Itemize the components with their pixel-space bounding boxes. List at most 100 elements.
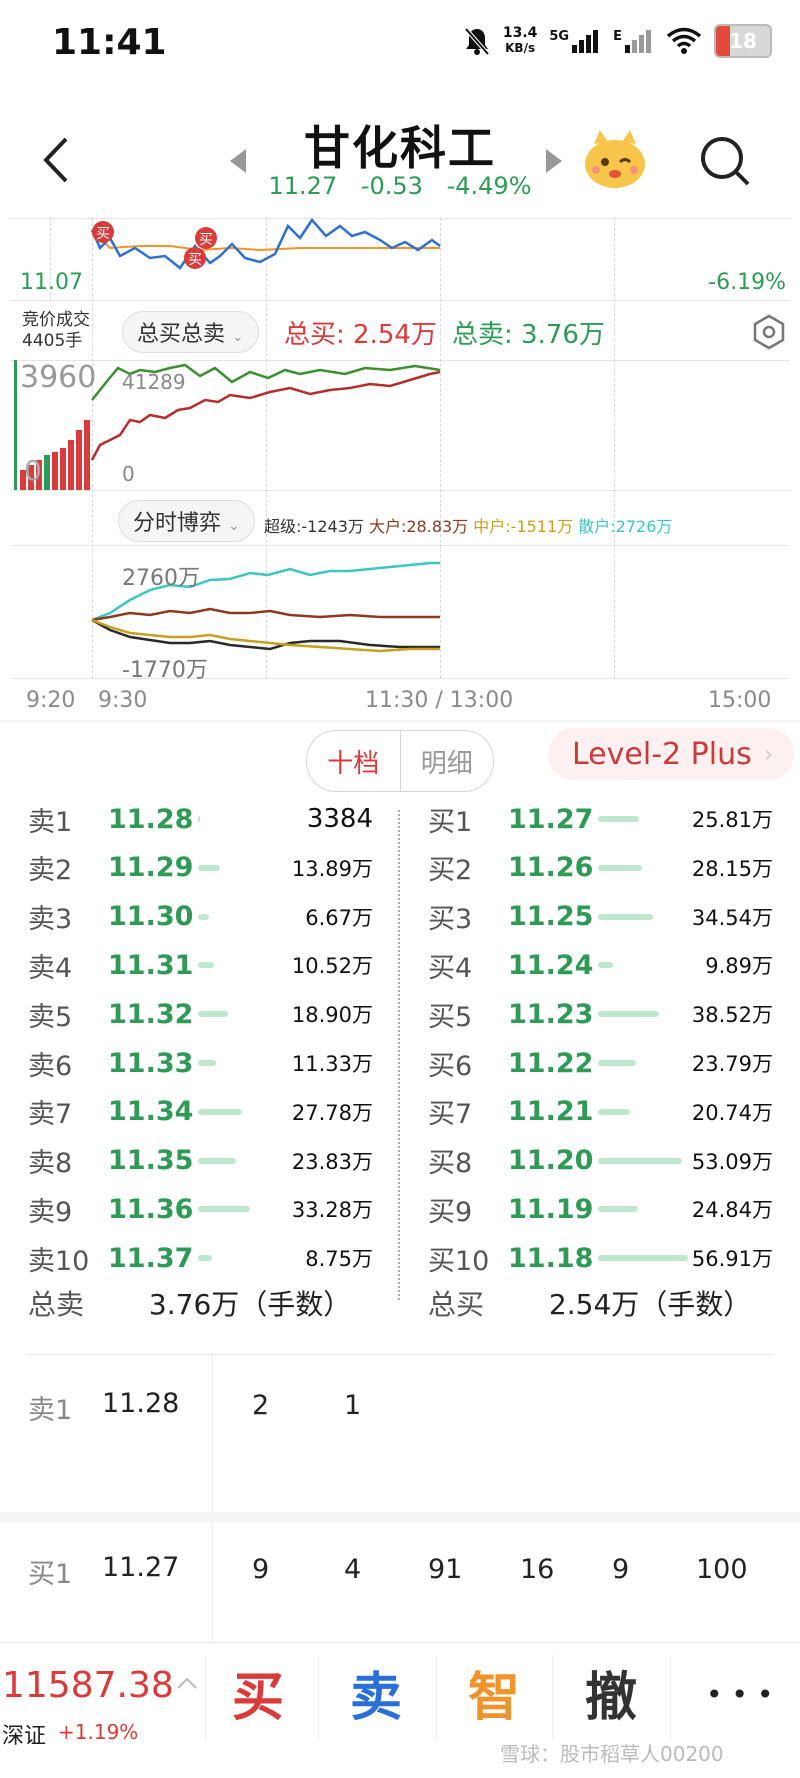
level-label: 卖7 [28,1099,73,1131]
volume-bar [198,1157,236,1164]
level-volume: 23.83万 [291,1149,373,1174]
volume-bar [198,1108,243,1115]
chevron-up-icon[interactable] [176,1676,198,1690]
queue-sell1-price: 11.28 [102,1388,180,1419]
total-buysell-selector[interactable]: 总买总卖 ⌄ [122,311,259,353]
order-book-row[interactable]: 买1 11.27 25.81万 [428,795,773,843]
level-volume: 20.74万 [691,1100,773,1125]
total-buy-row: 总买 2.54万（手数） [428,1283,751,1323]
time-end: 15:00 [708,688,772,713]
flow-max-label: 2760万 [122,566,200,591]
order-book-row[interactable]: 卖4 11.31 10.52万 [28,941,373,989]
medium-flow: 中户:-1511万 [473,517,574,536]
cancel-button[interactable]: 撤 [585,1655,637,1730]
order-book-row[interactable]: 买6 11.22 23.79万 [428,1039,773,1087]
order-book-row[interactable]: 卖2 11.29 13.89万 [28,844,373,892]
order-book-row[interactable]: 卖3 11.30 6.67万 [28,893,373,941]
vol-max-left: 3960 [20,360,97,395]
queue-sell1-order[interactable]: 1 [344,1390,361,1421]
chevron-down-icon: ⌄ [232,329,244,345]
order-book-row[interactable]: 卖5 11.32 18.90万 [28,990,373,1038]
queue-buy1-order[interactable]: 100 [696,1554,748,1585]
queue-buy1-order[interactable]: 4 [344,1554,361,1585]
queue-buy1-order[interactable]: 16 [520,1554,554,1585]
volume-bar [598,1060,636,1066]
search-icon[interactable] [698,134,752,188]
level-volume: 38.52万 [691,1003,773,1028]
volume-bar [598,1011,660,1018]
level-label: 卖3 [28,904,73,936]
mascot-icon[interactable] [580,128,650,192]
index-name: 深证 [2,1724,47,1749]
level-volume: 18.90万 [291,1003,373,1028]
wifi-icon [666,27,702,54]
level2-plus-button[interactable]: Level-2 Plus › [548,728,794,780]
next-stock-icon[interactable] [544,147,564,175]
volume-bar [198,962,215,969]
mute-bell-icon [464,27,490,56]
volume-bar [198,1060,216,1066]
volume-bar [198,864,220,871]
network2-label: E [613,29,622,44]
buy-button[interactable]: 买 [232,1655,284,1730]
index-value[interactable]: 11587.38 [2,1665,174,1706]
settings-hex-icon[interactable] [752,314,786,350]
level-volume: 6.67万 [305,905,373,930]
order-book-row[interactable]: 买2 11.26 28.15万 [428,844,773,892]
fund-flow-chart[interactable] [0,545,800,678]
order-book-row[interactable]: 买7 11.21 20.74万 [428,1088,773,1136]
level-price: 11.20 [508,1145,594,1177]
fund-flow-selector[interactable]: 分时博弈 ⌄ [118,500,255,542]
level-label: 买8 [428,1148,473,1180]
total-buy-value: 2.54万（手数） [548,1288,752,1321]
battery-icon: 18 [714,24,772,58]
stock-quote: 11.27 -0.53 -4.49% [0,172,800,200]
tab-detail[interactable]: 明细 [401,731,494,791]
level-label: 买6 [428,1050,473,1082]
level-volume: 9.89万 [705,954,773,979]
tab-ten-levels[interactable]: 十档 [307,731,401,791]
sell-button[interactable]: 卖 [350,1655,402,1730]
vol-zero-left: 0 [24,454,42,487]
queue-buy1-order[interactable]: 9 [612,1554,629,1585]
order-book-row[interactable]: 买8 11.20 53.09万 [428,1137,773,1185]
battery-level: 18 [729,29,757,53]
order-book-row[interactable]: 卖10 11.37 8.75万 [28,1234,373,1282]
level-label: 卖4 [28,952,73,984]
volume-bar [598,913,653,920]
level-price: 11.28 [108,803,194,835]
smart-button[interactable]: 智 [468,1655,520,1730]
queue-sell1-order[interactable]: 2 [252,1390,269,1421]
level-volume: 3384 [306,804,373,834]
queue-buy1-label: 买1 [28,1559,73,1590]
time-start: 9:20 [26,688,76,713]
level-label: 买4 [428,952,473,984]
order-book-row[interactable]: 买10 11.18 56.91万 [428,1234,773,1282]
order-book-row[interactable]: 卖8 11.35 23.83万 [28,1137,373,1185]
volume-chart[interactable] [0,360,800,490]
more-button[interactable]: • • • [706,1678,773,1711]
queue-buy1-order[interactable]: 91 [428,1554,462,1585]
order-book-row[interactable]: 卖9 11.36 33.28万 [28,1185,373,1233]
selector-label: 总买总卖 [137,322,226,347]
queue-sell1-label: 卖1 [28,1395,73,1426]
level-label: 卖2 [28,855,73,887]
level-label: 卖10 [28,1245,90,1277]
level-label: 卖8 [28,1148,73,1180]
order-book-row[interactable]: 卖6 11.33 11.33万 [28,1039,373,1087]
order-book-row[interactable]: 买4 11.24 9.89万 [428,941,773,989]
order-book-row[interactable]: 卖1 11.28 3384 [28,795,373,843]
intraday-price-chart[interactable]: 买 买 买 [0,218,800,300]
total-sell-value: 3.76万（手数） [148,1288,352,1321]
order-book-row[interactable]: 买3 11.25 34.54万 [428,893,773,941]
queue-buy1-order[interactable]: 9 [252,1554,269,1585]
order-book-row[interactable]: 买5 11.23 38.52万 [428,990,773,1038]
level-price: 11.19 [508,1193,594,1225]
buy-mark-2-text: 买 [199,232,213,248]
level-label: 买10 [428,1245,490,1277]
volume-bar [198,913,209,920]
order-book-row[interactable]: 卖7 11.34 27.78万 [28,1088,373,1136]
order-book-row[interactable]: 买9 11.19 24.84万 [428,1185,773,1233]
pct-low-label: -6.19% [708,270,786,295]
volume-bar [598,962,614,969]
